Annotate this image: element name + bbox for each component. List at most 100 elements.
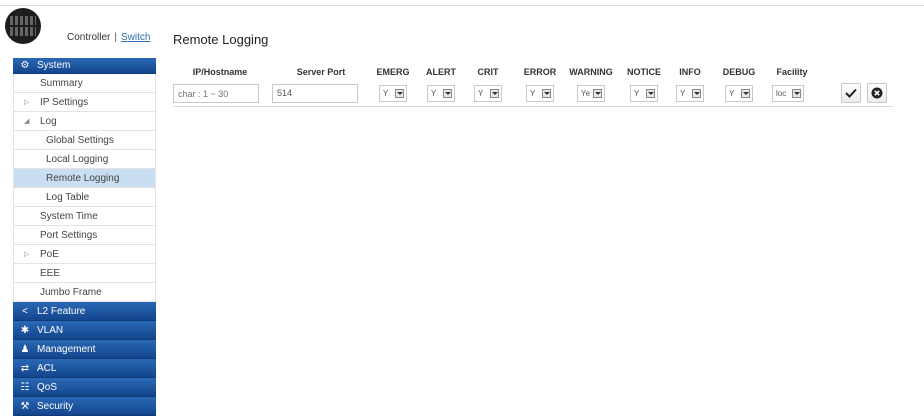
page-title: Remote Logging xyxy=(173,32,269,47)
sidebar-item-label: Local Logging xyxy=(46,153,109,165)
sidebar-header: Controller | Switch xyxy=(5,8,156,58)
chevron-right-icon: ▷ xyxy=(24,251,30,258)
sidebar-item-remote-logging[interactable]: Remote Logging xyxy=(13,169,156,188)
sidebar-cat-label: ACL xyxy=(37,362,57,374)
share-icon: < xyxy=(22,305,28,317)
server-port-input[interactable]: 514 xyxy=(272,84,358,103)
warning-select[interactable]: Ye xyxy=(577,85,605,102)
col-header-ip-hostname: IP/Hostname xyxy=(192,67,248,77)
sidebar-cat-qos[interactable]: ☷ QoS xyxy=(13,378,156,397)
sidebar-cat-label: VLAN xyxy=(37,324,64,336)
select-value: Y xyxy=(634,89,640,98)
sidebar-item-eee[interactable]: EEE xyxy=(13,264,156,283)
chevron-down-icon xyxy=(443,89,452,98)
sidebar-item-global-settings[interactable]: Global Settings xyxy=(13,131,156,150)
col-header-notice: NOTICE xyxy=(626,67,662,77)
sidebar-item-label: PoE xyxy=(40,248,59,260)
network-icon: ✱ xyxy=(20,324,30,336)
sidebar-cat-label: Management xyxy=(37,343,96,355)
select-value: Y xyxy=(431,89,437,98)
alert-select[interactable]: Y xyxy=(427,85,455,102)
apply-button[interactable] xyxy=(841,83,861,103)
col-header-crit: CRIT xyxy=(477,67,499,77)
user-icon: ♟ xyxy=(20,343,30,355)
chevron-down-icon xyxy=(490,89,499,98)
col-header-info: INFO xyxy=(679,67,701,77)
sidebar-item-label: IP Settings xyxy=(40,96,89,108)
sidebar-cat-system[interactable]: ⚙ System xyxy=(13,58,156,74)
controller-link[interactable]: Controller xyxy=(67,32,110,43)
col-header-emerg: EMERG xyxy=(376,67,410,77)
mode-separator: | xyxy=(114,32,117,43)
sidebar-item-label: Summary xyxy=(40,77,83,89)
sidebar-cat-acl[interactable]: ⇄ ACL xyxy=(13,359,156,378)
chevron-down-icon xyxy=(741,89,750,98)
check-icon xyxy=(845,88,857,98)
chevron-down-icon: ◢ xyxy=(24,118,30,125)
col-header-facility: Facility xyxy=(776,67,808,77)
crit-select[interactable]: Y xyxy=(474,85,502,102)
sidebar-item-port-settings[interactable]: Port Settings xyxy=(13,226,156,245)
chevron-right-icon: ▷ xyxy=(24,99,30,106)
sidebar-cat-label: L2 Feature xyxy=(37,305,86,317)
sidebar-item-label: System Time xyxy=(40,210,98,222)
switch-link[interactable]: Switch xyxy=(121,32,150,43)
sidebar-item-ip-settings[interactable]: ▷ IP Settings xyxy=(13,93,156,112)
info-select[interactable]: Y xyxy=(676,85,704,102)
switch-logo xyxy=(5,8,41,44)
sidebar-cat-label: QoS xyxy=(37,381,58,393)
select-value: Y xyxy=(530,89,536,98)
cancel-button[interactable] xyxy=(867,83,887,103)
sidebar-menu: ⚙ System Summary ▷ IP Settings ◢ Log Globa… xyxy=(13,58,156,416)
select-value: loc xyxy=(776,89,787,98)
facility-select[interactable]: loc xyxy=(772,85,804,102)
chevron-down-icon xyxy=(692,89,701,98)
sidebar-item-local-logging[interactable]: Local Logging xyxy=(13,150,156,169)
sitemap-icon: ☷ xyxy=(20,381,30,393)
close-circle-icon xyxy=(871,87,883,99)
sidebar-item-summary[interactable]: Summary xyxy=(13,74,156,93)
top-border xyxy=(0,0,924,6)
sidebar-item-label: Port Settings xyxy=(40,229,98,241)
sidebar-item-label: Jumbo Frame xyxy=(40,286,102,298)
ip-hostname-input[interactable] xyxy=(173,84,259,103)
sidebar-cat-vlan[interactable]: ✱ VLAN xyxy=(13,321,156,340)
sidebar-item-label: Log xyxy=(40,115,57,127)
select-value: Y xyxy=(478,89,484,98)
sidebar-item-jumbo-frame[interactable]: Jumbo Frame xyxy=(13,283,156,302)
chevron-down-icon xyxy=(593,89,602,98)
notice-select[interactable]: Y xyxy=(630,85,658,102)
sidebar-item-label: Log Table xyxy=(46,191,90,203)
mode-switcher: Controller | Switch xyxy=(67,32,150,43)
sidebar-item-system-time[interactable]: System Time xyxy=(13,207,156,226)
sidebar: Controller | Switch ⚙ System Summary ▷ IP S… xyxy=(5,8,156,418)
col-header-warning: WARNING xyxy=(569,67,613,77)
gear-icon: ⚙ xyxy=(20,60,30,71)
chevron-down-icon xyxy=(792,89,801,98)
sidebar-item-poe[interactable]: ▷ PoE xyxy=(13,245,156,264)
sidebar-item-log-table[interactable]: Log Table xyxy=(13,188,156,207)
sidebar-item-log[interactable]: ◢ Log xyxy=(13,112,156,131)
table-row: 514 Y Y Y Y Ye Y Y Y loc xyxy=(173,82,893,107)
error-select[interactable]: Y xyxy=(526,85,554,102)
select-value: Y xyxy=(680,89,686,98)
sidebar-item-label: EEE xyxy=(40,267,61,279)
chevron-down-icon xyxy=(646,89,655,98)
sidebar-cat-security[interactable]: ⚒ Security xyxy=(13,397,156,416)
sidebar-item-label: Global Settings xyxy=(46,134,114,146)
sidebar-cat-label: System xyxy=(37,60,71,71)
sidebar-cat-management[interactable]: ♟ Management xyxy=(13,340,156,359)
chevron-down-icon xyxy=(542,89,551,98)
col-header-server-port: Server Port xyxy=(296,67,346,77)
sidebar-item-label: Remote Logging xyxy=(46,172,120,184)
sidebar-cat-label: Security xyxy=(37,400,74,412)
emerg-select[interactable]: Y xyxy=(379,85,407,102)
debug-select[interactable]: Y xyxy=(725,85,753,102)
select-value: Y xyxy=(383,89,389,98)
select-value: Ye xyxy=(581,89,591,98)
wrench-icon: ⚒ xyxy=(20,400,30,412)
shuffle-icon: ⇄ xyxy=(20,362,30,374)
col-header-alert: ALERT xyxy=(426,67,456,77)
sidebar-cat-l2-feature[interactable]: < L2 Feature xyxy=(13,302,156,321)
col-header-debug: DEBUG xyxy=(722,67,756,77)
